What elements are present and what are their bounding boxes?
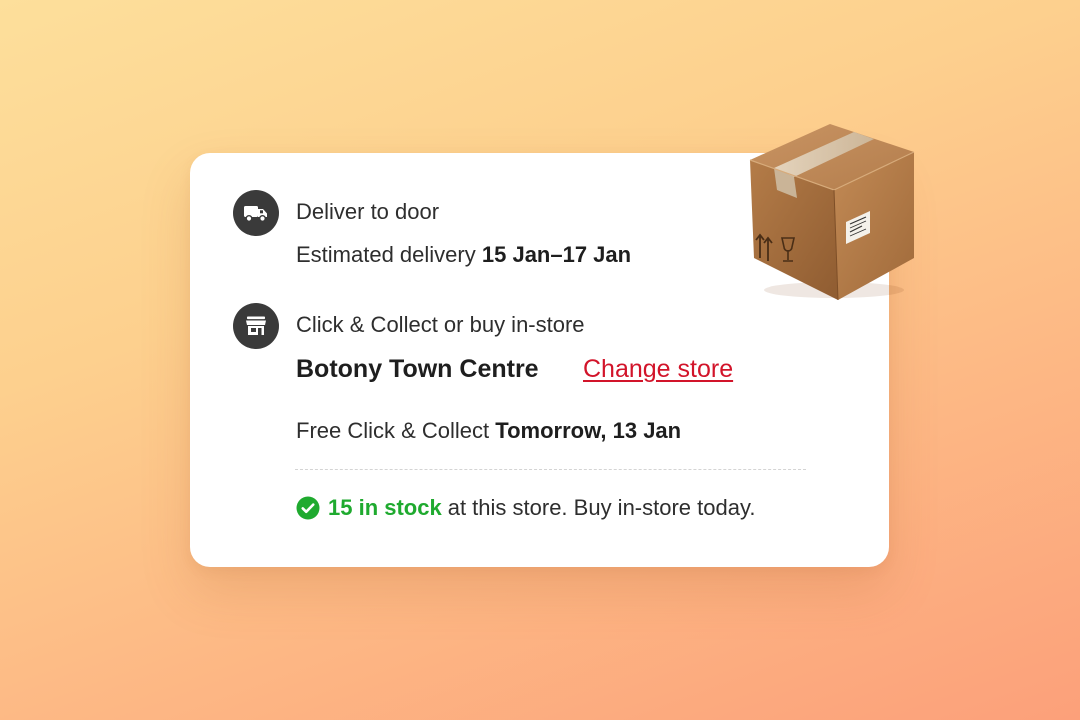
stock-message: at this store. Buy in-store today. [447,495,756,520]
collect-title: Click & Collect or buy in-store [296,312,585,337]
free-collect-date: Tomorrow, 13 Jan [495,418,682,443]
package-box-icon [742,118,922,303]
section-divider [295,469,806,470]
delivery-title: Deliver to door [296,199,440,224]
stock-count: 15 in stock [328,495,442,520]
store-icon [233,303,279,349]
change-store-link[interactable]: Change store [583,357,733,382]
truck-icon [233,190,279,236]
free-collect-label: Free Click & Collect [296,418,490,443]
delivery-estimate: Estimated delivery 15 Jan–17 Jan [296,244,631,266]
delivery-estimate-label: Estimated delivery [296,242,476,267]
delivery-estimate-dates: 15 Jan–17 Jan [481,242,632,267]
stock-status: 15 in stock at this store. Buy in-store … [296,495,755,521]
free-collect-info: Free Click & Collect Tomorrow, 13 Jan [296,420,681,442]
check-circle-icon [296,496,320,520]
store-name: Botony Town Centre [296,355,539,383]
